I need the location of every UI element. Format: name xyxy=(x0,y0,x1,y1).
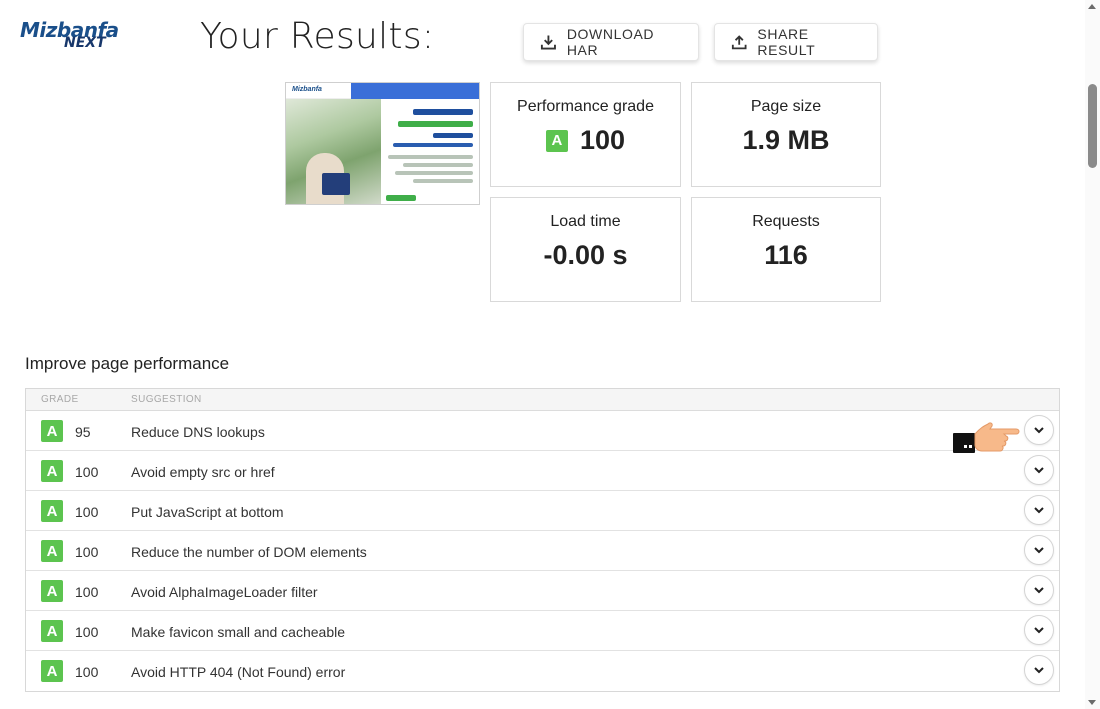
expand-button[interactable] xyxy=(1024,575,1054,605)
suggestion-text: Avoid HTTP 404 (Not Found) error xyxy=(131,664,346,680)
grade-badge: A xyxy=(41,540,63,562)
share-result-button[interactable]: SHARE RESULT xyxy=(714,23,878,61)
grade-badge: A xyxy=(41,580,63,602)
grade-badge: A xyxy=(41,660,63,682)
requests-value: 116 xyxy=(764,240,808,270)
score: 100 xyxy=(75,544,99,560)
page-title: Your Results: xyxy=(200,16,435,57)
chevron-down-icon xyxy=(1034,547,1044,554)
suggestion-text: Avoid empty src or href xyxy=(131,464,275,480)
suggestions-table: GRADE SUGGESTION A 95 Reduce DNS lookups… xyxy=(25,388,1060,692)
suggestion-text: Reduce DNS lookups xyxy=(131,424,265,440)
score: 100 xyxy=(75,584,99,600)
page-screenshot-thumbnail: Mizbanfa xyxy=(285,82,480,205)
table-row[interactable]: A 100 Avoid empty src or href xyxy=(26,451,1059,491)
performance-grade-label: Performance grade xyxy=(517,98,654,115)
expand-button[interactable] xyxy=(1024,535,1054,565)
thumbnail-logo: Mizbanfa xyxy=(292,86,322,93)
logo-text-bottom: NEXT xyxy=(64,35,106,51)
chevron-down-icon xyxy=(1034,427,1044,434)
scrollbar-thumb[interactable] xyxy=(1088,84,1097,168)
suggestion-text: Put JavaScript at bottom xyxy=(131,504,284,520)
chevron-down-icon xyxy=(1034,587,1044,594)
pointing-hand-icon xyxy=(953,422,1020,453)
vertical-scrollbar[interactable] xyxy=(1085,0,1100,709)
load-time-card: Load time -0.00 s xyxy=(490,197,681,302)
load-time-value: -0.00 s xyxy=(543,240,628,270)
page-size-value: 1.9 MB xyxy=(742,125,830,155)
grade-badge: A xyxy=(41,500,63,522)
requests-card: Requests 116 xyxy=(691,197,881,302)
table-row[interactable]: A 100 Avoid HTTP 404 (Not Found) error xyxy=(26,651,1059,691)
chevron-down-icon xyxy=(1034,467,1044,474)
share-result-label: SHARE RESULT xyxy=(757,26,816,58)
table-row[interactable]: A 100 Make favicon small and cacheable xyxy=(26,611,1059,651)
performance-grade-badge: A xyxy=(545,129,568,152)
requests-label: Requests xyxy=(752,213,820,230)
scroll-up-arrow-icon[interactable] xyxy=(1088,4,1096,9)
page-size-card: Page size 1.9 MB xyxy=(691,82,881,187)
table-row[interactable]: A 100 Reduce the number of DOM elements xyxy=(26,531,1059,571)
chevron-down-icon xyxy=(1034,507,1044,514)
score: 100 xyxy=(75,624,99,640)
suggestion-column-header: SUGGESTION xyxy=(131,394,202,405)
suggestion-text: Avoid AlphaImageLoader filter xyxy=(131,584,318,600)
expand-button[interactable] xyxy=(1024,495,1054,525)
suggestion-text: Make favicon small and cacheable xyxy=(131,624,346,640)
performance-grade-card: Performance grade A 100 xyxy=(490,82,681,187)
score: 100 xyxy=(75,664,99,680)
grade-badge: A xyxy=(41,460,63,482)
download-har-label: DOWNLOAD HAR xyxy=(566,26,655,58)
suggestion-text: Reduce the number of DOM elements xyxy=(131,544,367,560)
improve-section-title: Improve page performance xyxy=(25,354,230,373)
chevron-down-icon xyxy=(1034,627,1044,634)
expand-button[interactable] xyxy=(1024,415,1054,445)
expand-button[interactable] xyxy=(1024,655,1054,685)
expand-button[interactable] xyxy=(1024,455,1054,485)
page-size-label: Page size xyxy=(750,98,822,115)
performance-score: 100 xyxy=(579,125,626,155)
scroll-down-arrow-icon[interactable] xyxy=(1088,700,1096,705)
score: 100 xyxy=(75,504,99,520)
expand-button[interactable] xyxy=(1024,615,1054,645)
grade-column-header: GRADE xyxy=(41,394,79,405)
table-header: GRADE SUGGESTION xyxy=(26,389,1059,411)
grade-badge: A xyxy=(41,420,63,442)
score: 100 xyxy=(75,464,99,480)
share-icon xyxy=(731,35,747,50)
brand-logo[interactable]: Mizbanfa NEXT xyxy=(20,18,120,52)
load-time-label: Load time xyxy=(550,213,621,230)
chevron-down-icon xyxy=(1034,667,1044,674)
score: 95 xyxy=(75,424,91,440)
table-row[interactable]: A 100 Put JavaScript at bottom xyxy=(26,491,1059,531)
grade-badge: A xyxy=(41,620,63,642)
download-har-button[interactable]: DOWNLOAD HAR xyxy=(523,23,699,61)
download-icon xyxy=(540,35,556,50)
table-row[interactable]: A 95 Reduce DNS lookups xyxy=(26,411,1059,451)
table-row[interactable]: A 100 Avoid AlphaImageLoader filter xyxy=(26,571,1059,611)
